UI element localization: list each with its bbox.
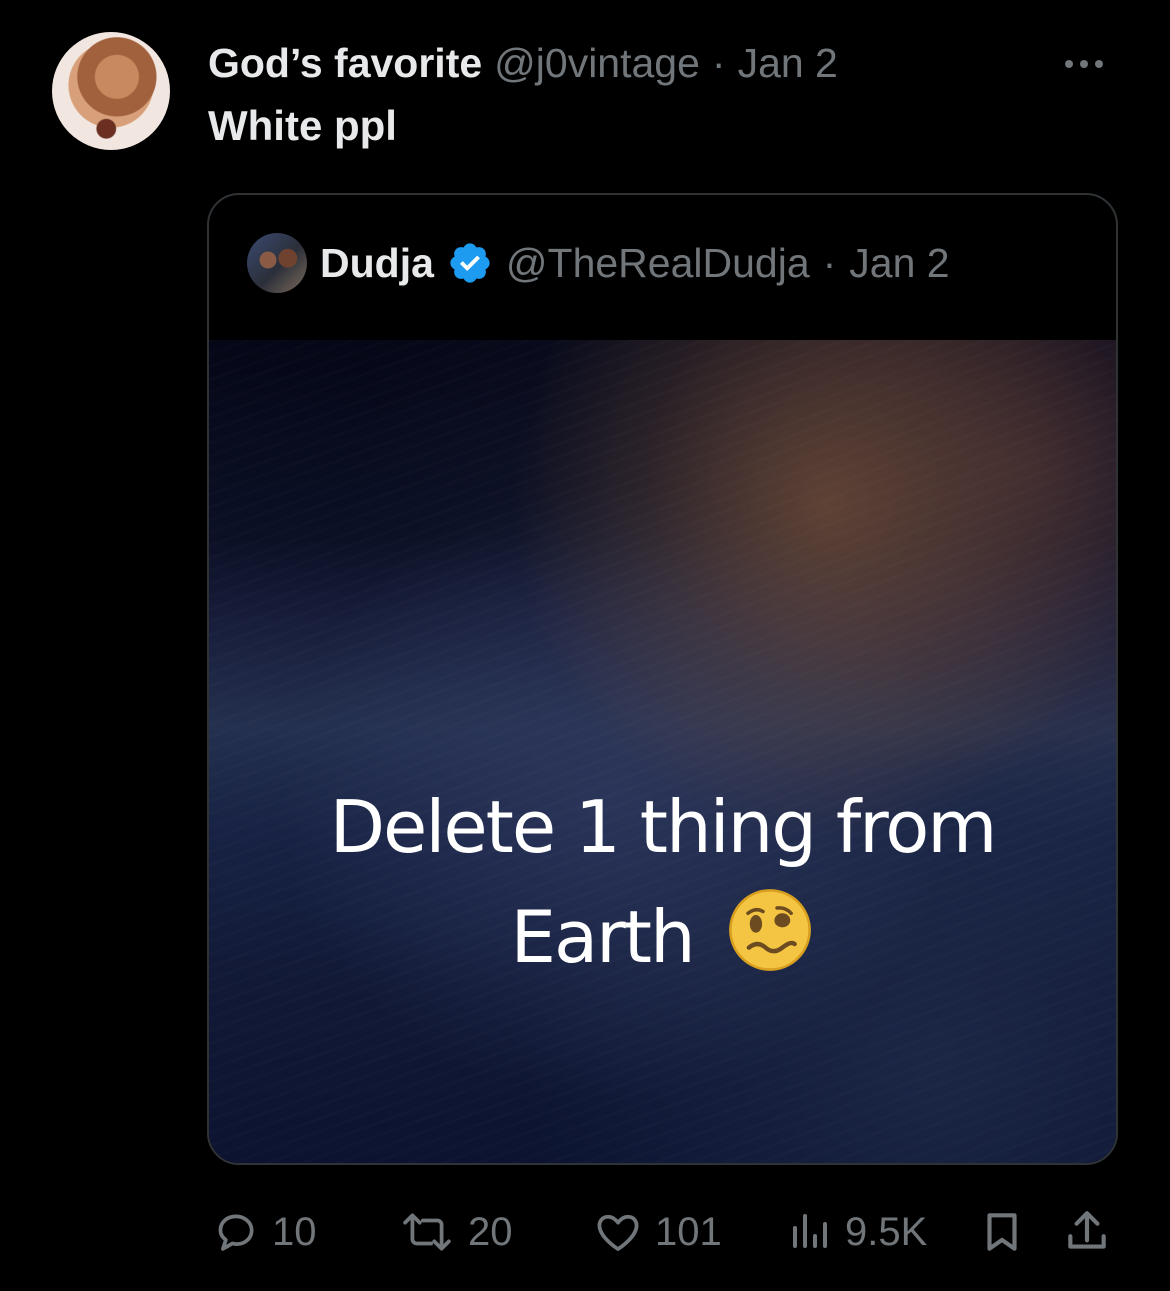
quoted-display-name[interactable]: Dudja — [320, 240, 434, 287]
repost-icon — [403, 1213, 451, 1251]
ellipsis-dot — [1065, 60, 1073, 68]
quoted-user-avatar[interactable] — [247, 233, 307, 293]
username-handle[interactable]: @j0vintage — [494, 40, 700, 87]
reply-count: 10 — [272, 1209, 317, 1254]
quoted-tweet-header: Dudja @TheRealDudja · Jan 2 — [247, 233, 950, 293]
woozy-face-icon — [729, 889, 812, 971]
ellipsis-dot — [1080, 60, 1088, 68]
quoted-media-image[interactable]: Delete 1 thing from Earth — [209, 340, 1116, 1163]
tweet[interactable]: God’s favorite @j0vintage · Jan 2 White … — [0, 0, 1170, 1291]
ellipsis-dot — [1095, 60, 1103, 68]
reply-icon — [218, 1214, 254, 1251]
separator-dot: · — [711, 39, 726, 86]
share-icon — [1068, 1211, 1106, 1249]
like-count: 101 — [655, 1209, 722, 1254]
like-button[interactable]: 101 — [593, 1207, 722, 1257]
views-button[interactable]: 9.5K — [785, 1207, 927, 1257]
tweet-text: White ppl — [208, 102, 397, 149]
tweet-header: God’s favorite @j0vintage · Jan 2 — [208, 38, 838, 88]
quoted-separator-dot: · — [822, 239, 837, 286]
verified-badge-icon — [450, 243, 490, 283]
bookmark-button[interactable] — [977, 1207, 1027, 1257]
reply-button[interactable]: 10 — [210, 1207, 317, 1257]
bookmark-icon — [987, 1213, 1017, 1251]
quoted-username-handle[interactable]: @TheRealDudja — [506, 240, 810, 287]
heart-icon — [597, 1214, 639, 1251]
tweet-actions: 10 20 101 9.5K — [210, 1207, 1120, 1257]
views-count: 9.5K — [845, 1209, 928, 1254]
media-caption-line-1: Delete 1 thing from — [329, 785, 998, 869]
user-avatar[interactable] — [52, 32, 170, 150]
display-name[interactable]: God’s favorite — [208, 40, 482, 87]
repost-count: 20 — [468, 1209, 513, 1254]
tweet-date[interactable]: Jan 2 — [738, 40, 838, 87]
views-bar-chart-icon — [793, 1214, 827, 1248]
quoted-tweet-card[interactable]: Dudja @TheRealDudja · Jan 2 Delete 1 thi… — [207, 193, 1118, 1165]
media-caption-line-2: Earth — [510, 895, 696, 979]
repost-button[interactable]: 20 — [398, 1207, 513, 1257]
media-caption-line-2-wrap: Earth — [209, 882, 1116, 992]
ellipsis-icon[interactable] — [1054, 44, 1114, 84]
media-caption: Delete 1 thing from Earth — [209, 772, 1116, 992]
quoted-tweet-date[interactable]: Jan 2 — [849, 240, 949, 287]
share-button[interactable] — [1062, 1207, 1112, 1257]
